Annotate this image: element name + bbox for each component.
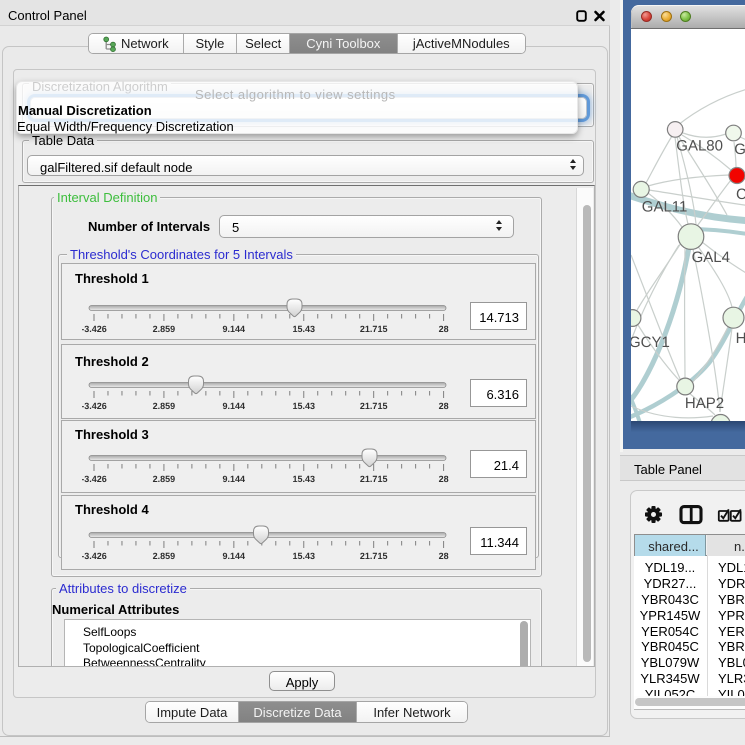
svg-text:C: C <box>736 186 745 203</box>
svg-text:15.43: 15.43 <box>293 551 316 561</box>
svg-text:HAP2: HAP2 <box>685 395 724 412</box>
svg-text:21.715: 21.715 <box>360 551 388 561</box>
svg-text:28: 28 <box>439 474 449 484</box>
svg-text:GAL11: GAL11 <box>642 199 688 216</box>
svg-text:GA: GA <box>734 141 745 158</box>
svg-text:2.859: 2.859 <box>153 324 176 334</box>
svg-text:15.43: 15.43 <box>293 324 316 334</box>
svg-text:GCY1: GCY1 <box>631 334 670 351</box>
svg-text:21.715: 21.715 <box>360 401 388 411</box>
svg-text:9.144: 9.144 <box>223 474 246 484</box>
svg-text:-3.426: -3.426 <box>82 401 107 411</box>
svg-text:9.144: 9.144 <box>223 551 246 561</box>
svg-text:28: 28 <box>439 324 449 334</box>
svg-text:28: 28 <box>439 401 449 411</box>
svg-text:15.43: 15.43 <box>293 401 316 411</box>
svg-text:-3.426: -3.426 <box>82 474 107 484</box>
svg-text:28: 28 <box>439 551 449 561</box>
svg-text:15.43: 15.43 <box>293 474 316 484</box>
svg-text:2.859: 2.859 <box>153 401 176 411</box>
svg-text:9.144: 9.144 <box>223 401 246 411</box>
svg-text:GAL80: GAL80 <box>676 138 723 155</box>
svg-text:21.715: 21.715 <box>360 324 388 334</box>
svg-text:-3.426: -3.426 <box>82 324 107 334</box>
svg-text:H: H <box>736 330 745 347</box>
svg-text:9.144: 9.144 <box>223 324 246 334</box>
svg-text:-3.426: -3.426 <box>82 551 107 561</box>
svg-text:2.859: 2.859 <box>153 474 176 484</box>
svg-text:21.715: 21.715 <box>360 474 388 484</box>
svg-text:GAL4: GAL4 <box>692 249 730 266</box>
svg-text:2.859: 2.859 <box>153 551 176 561</box>
